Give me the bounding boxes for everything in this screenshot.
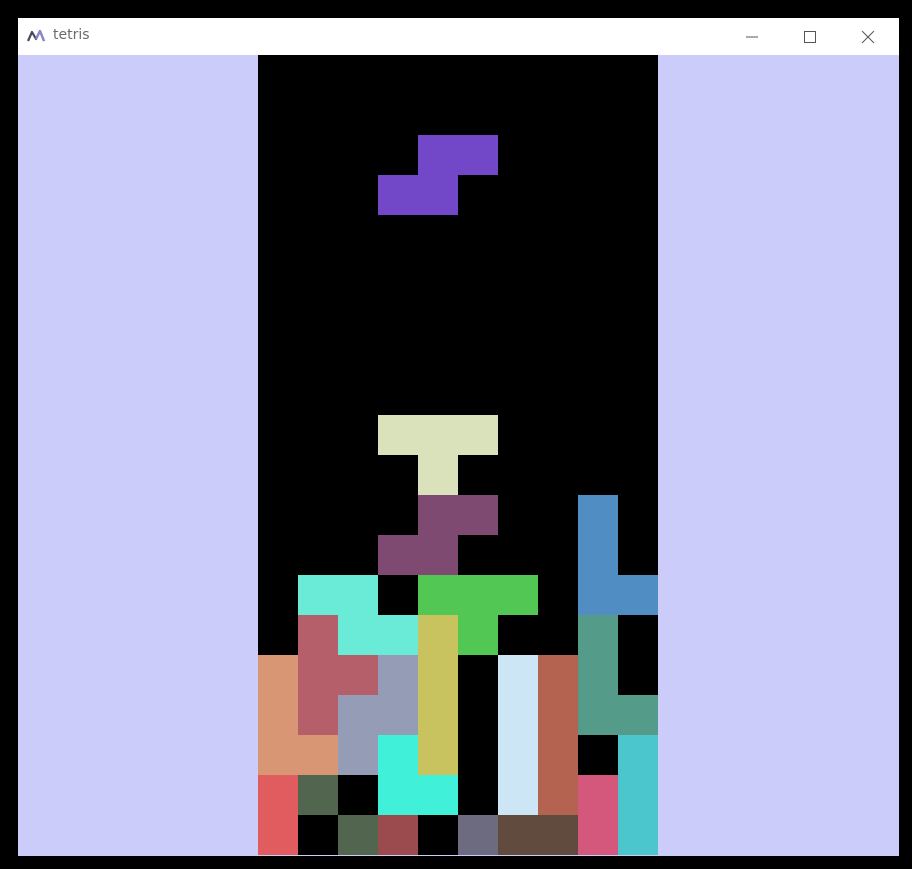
stacked-block	[378, 615, 418, 655]
window-title: tetris	[53, 27, 90, 43]
app-logo-icon	[27, 29, 45, 42]
stacked-block	[418, 455, 458, 495]
stacked-block	[298, 735, 338, 775]
stacked-block	[298, 615, 338, 655]
stacked-block	[338, 655, 378, 695]
stacked-block	[418, 655, 458, 695]
stacked-block	[338, 735, 378, 775]
active-piece-block	[418, 135, 458, 175]
maximize-button[interactable]	[787, 18, 833, 55]
active-piece-block	[378, 175, 418, 215]
minimize-button[interactable]	[729, 18, 775, 55]
active-piece-block	[458, 135, 498, 175]
stacked-block	[258, 695, 298, 735]
stacked-block	[578, 495, 618, 535]
stacked-block	[418, 735, 458, 775]
close-icon	[861, 30, 875, 43]
stacked-block	[458, 415, 498, 455]
stacked-block	[338, 815, 378, 855]
stacked-block	[418, 615, 458, 655]
stacked-block	[458, 815, 498, 855]
stacked-block	[498, 695, 538, 735]
stacked-block	[258, 735, 298, 775]
stacked-block	[498, 655, 538, 695]
stacked-block	[458, 575, 498, 615]
stacked-block	[498, 735, 538, 775]
stacked-block	[338, 615, 378, 655]
stacked-block	[378, 415, 418, 455]
active-piece-block	[418, 175, 458, 215]
stacked-block	[418, 415, 458, 455]
stacked-block	[538, 695, 578, 735]
stacked-block	[338, 575, 378, 615]
maximize-icon	[804, 30, 816, 43]
stacked-block	[378, 735, 418, 775]
stacked-block	[498, 575, 538, 615]
stacked-block	[618, 575, 658, 615]
stacked-block	[578, 655, 618, 695]
stacked-block	[498, 815, 538, 855]
stacked-block	[578, 535, 618, 575]
stacked-block	[298, 655, 338, 695]
stacked-block	[618, 695, 658, 735]
stacked-block	[578, 615, 618, 655]
stacked-block	[298, 575, 338, 615]
stacked-block	[618, 815, 658, 855]
title-bar[interactable]: tetris	[18, 18, 899, 55]
stacked-block	[458, 615, 498, 655]
stacked-block	[538, 815, 578, 855]
game-window: tetris	[18, 18, 899, 856]
stacked-block	[418, 495, 458, 535]
stacked-block	[618, 775, 658, 815]
stacked-block	[378, 535, 418, 575]
stacked-block	[258, 815, 298, 855]
stacked-block	[578, 575, 618, 615]
stacked-block	[338, 695, 378, 735]
stacked-block	[498, 775, 538, 815]
stacked-block	[258, 775, 298, 815]
stacked-block	[378, 695, 418, 735]
minimize-icon	[746, 36, 758, 37]
stacked-block	[538, 735, 578, 775]
stacked-block	[578, 775, 618, 815]
stacked-block	[458, 495, 498, 535]
stacked-block	[418, 695, 458, 735]
stacked-block	[378, 815, 418, 855]
stacked-block	[298, 695, 338, 735]
stacked-block	[418, 535, 458, 575]
stacked-block	[378, 775, 418, 815]
stacked-block	[418, 575, 458, 615]
stacked-block	[618, 735, 658, 775]
stacked-block	[578, 815, 618, 855]
stacked-block	[258, 655, 298, 695]
stacked-block	[538, 775, 578, 815]
stacked-block	[378, 655, 418, 695]
game-board[interactable]	[258, 55, 658, 855]
stacked-block	[298, 775, 338, 815]
stacked-block	[418, 775, 458, 815]
stacked-block	[538, 655, 578, 695]
stacked-block	[578, 695, 618, 735]
close-button[interactable]	[845, 18, 891, 55]
